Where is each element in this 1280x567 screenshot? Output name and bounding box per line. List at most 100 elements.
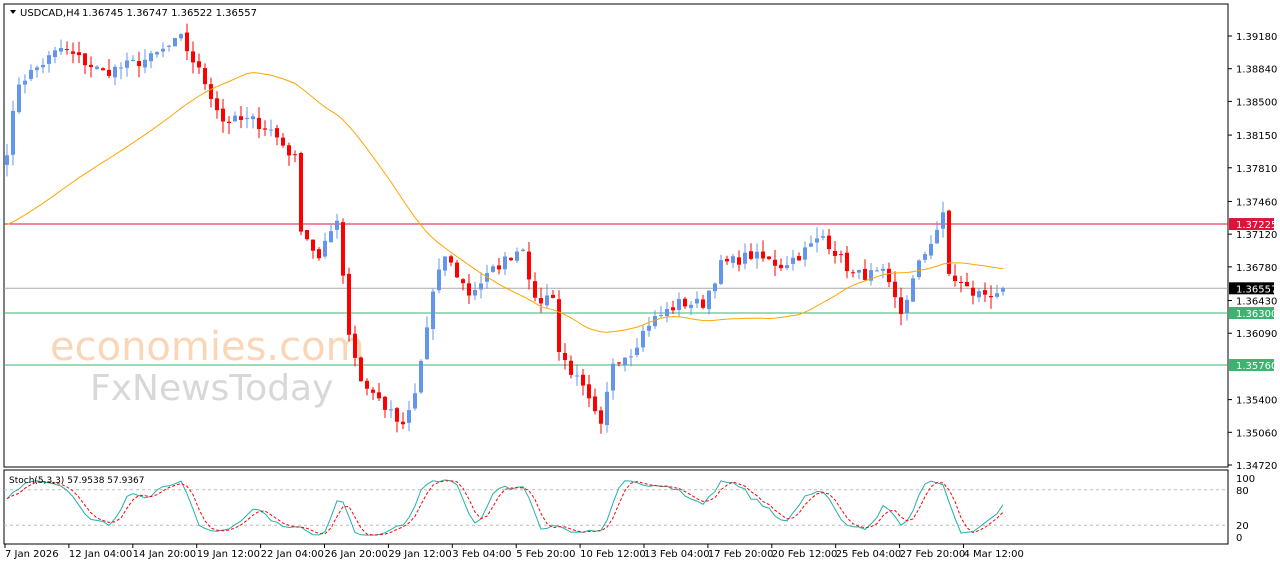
support-price-label: 1.36300 (1236, 309, 1277, 320)
candle-body (185, 32, 189, 52)
candle-body (311, 239, 315, 251)
candle-body (35, 67, 39, 71)
time-tick-label: 29 Jan 12:00 (388, 549, 451, 560)
candle-body (329, 231, 333, 243)
candle-body (497, 265, 501, 270)
candle-body (191, 51, 195, 63)
candle-body (65, 49, 69, 51)
stoch-label: Stoch(5,3,3) 57.9538 57.9367 (9, 476, 145, 486)
candle-body (863, 268, 867, 280)
candle-body (407, 410, 411, 423)
candle-body (155, 52, 159, 55)
candle-body (5, 155, 9, 165)
candle-body (839, 254, 843, 256)
price-tick-label: 1.36430 (1236, 297, 1277, 308)
candle-body (833, 251, 837, 256)
candle-body (101, 68, 105, 71)
candle-body (167, 45, 171, 47)
price-tick-label: 1.37120 (1236, 230, 1277, 241)
candle-body (929, 243, 933, 256)
candle-body (449, 256, 453, 263)
candle-body (563, 352, 567, 361)
candle-body (659, 315, 663, 317)
candle-body (677, 298, 681, 310)
time-tick-label: 27 Feb 20:00 (900, 549, 966, 560)
candle-body (365, 380, 369, 389)
candle-body (71, 51, 75, 54)
time-tick-label: 13 Feb 04:00 (644, 549, 710, 560)
candle-body (53, 50, 57, 58)
price-tick-label: 1.38840 (1236, 65, 1277, 76)
candle-body (197, 61, 201, 68)
candle-body (473, 289, 477, 296)
candle-body (569, 360, 573, 375)
candle-body (17, 84, 21, 113)
candle-body (383, 396, 387, 410)
support-price-label: 1.35760 (1236, 361, 1277, 372)
time-tick-label: 5 Feb 20:00 (516, 549, 575, 560)
candle-body (845, 252, 849, 272)
candle-body (551, 294, 555, 298)
symbol-label: USDCAD,H4 (20, 8, 80, 19)
candle-body (371, 389, 375, 393)
candle-body (245, 118, 249, 120)
candle-body (419, 360, 423, 393)
candle-body (131, 59, 135, 61)
candle-body (851, 272, 855, 274)
watermark: economies.com FxNewsToday (50, 324, 365, 409)
price-tick-label: 1.34720 (1236, 461, 1277, 472)
candle-body (857, 270, 861, 273)
candle-body (905, 299, 909, 314)
candle-body (227, 121, 231, 124)
candle-body (59, 48, 63, 52)
dropdown-triangle-icon[interactable] (10, 10, 16, 14)
candle-body (281, 137, 285, 146)
candle-body (125, 60, 129, 68)
candle-body (119, 67, 123, 69)
candle-body (251, 116, 255, 120)
candle-body (665, 308, 669, 317)
candle-body (821, 236, 825, 238)
candle-body (1001, 288, 1005, 292)
candle-body (629, 356, 633, 358)
candle-body (527, 251, 531, 280)
price-tick-label: 1.35400 (1236, 396, 1277, 407)
price-tick-label: 1.35060 (1236, 428, 1277, 439)
candle-body (809, 243, 813, 247)
candle-body (401, 421, 405, 425)
time-tick-label: 19 Jan 12:00 (197, 549, 260, 560)
candle-body (611, 363, 615, 391)
candle-body (323, 240, 327, 257)
candle-body (437, 269, 441, 291)
candle-body (587, 384, 591, 399)
candle-body (317, 249, 321, 259)
price-tick-label: 1.37810 (1236, 164, 1277, 175)
candle-body (737, 257, 741, 265)
stoch-scale-label: 0 (1236, 533, 1242, 544)
candle-body (509, 257, 513, 261)
candle-body (299, 152, 303, 232)
chart-canvas[interactable]: economies.com FxNewsToday 1.372251.36300… (0, 0, 1280, 567)
candle-body (425, 327, 429, 360)
candle-body (815, 238, 819, 243)
candle-body (389, 409, 393, 411)
stoch-main-line (6, 479, 1004, 536)
current-price-label: 1.36557 (1236, 284, 1277, 295)
candle-body (143, 59, 147, 68)
candle-body (335, 220, 339, 230)
candle-body (797, 256, 801, 261)
stoch-scale-label: 100 (1236, 474, 1255, 485)
candle-body (443, 256, 447, 271)
candle-body (503, 256, 507, 270)
time-tick-label: 12 Jan 04:00 (69, 549, 132, 560)
watermark-economies: economies.com (50, 324, 365, 370)
candle-body (599, 410, 603, 424)
time-tick-label: 7 Jan 2026 (5, 549, 59, 560)
candle-body (377, 392, 381, 399)
chart-window[interactable]: economies.com FxNewsToday 1.37225 1.36300… (0, 0, 1280, 567)
candle-body (47, 55, 51, 64)
candle-body (995, 293, 999, 297)
candle-body (755, 251, 759, 259)
candle-body (29, 69, 33, 79)
time-tick-label: 25 Feb 04:00 (836, 549, 902, 560)
